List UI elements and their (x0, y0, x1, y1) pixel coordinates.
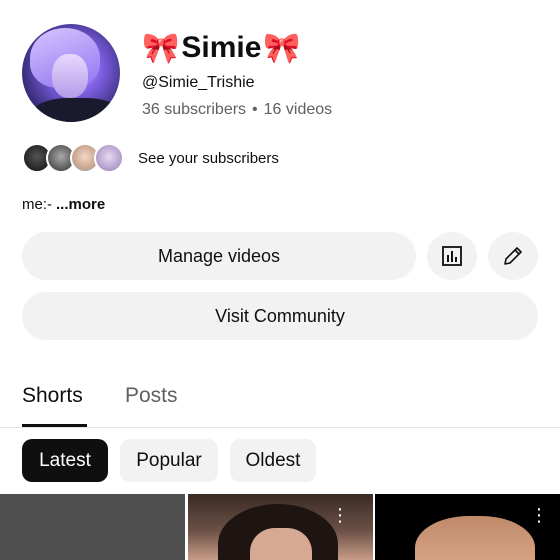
analytics-icon (442, 246, 462, 266)
avatar-face (52, 54, 88, 98)
channel-stats: 36 subscribers • 16 videos (142, 101, 332, 119)
pencil-icon (504, 247, 522, 265)
channel-tabs: Shorts Posts (0, 370, 560, 428)
subscriber-avatar (94, 143, 124, 173)
filter-oldest[interactable]: Oldest (230, 439, 316, 482)
stats-separator: • (252, 101, 258, 118)
filter-latest[interactable]: Latest (22, 439, 108, 482)
thumbnail-face (250, 528, 312, 560)
avatar-shoulder (32, 98, 120, 122)
channel-name-text: Simie (181, 31, 262, 64)
short-thumbnail[interactable] (0, 494, 185, 560)
more-options-icon[interactable]: ⋮ (331, 506, 349, 524)
description-text: me:- (22, 196, 52, 213)
tab-shorts[interactable]: Shorts (22, 384, 83, 408)
visit-community-button[interactable]: Visit Community (22, 292, 538, 340)
see-subscribers-label: See your subscribers (138, 149, 279, 167)
tab-posts[interactable]: Posts (125, 384, 178, 408)
analytics-button[interactable] (427, 232, 477, 280)
manage-videos-button[interactable]: Manage videos (22, 232, 416, 280)
active-tab-indicator (22, 424, 87, 427)
short-thumbnail[interactable]: ⋮ (375, 494, 560, 560)
edit-channel-button[interactable] (488, 232, 538, 280)
subscriber-count: 36 subscribers (142, 101, 247, 118)
channel-name: 🎀 Simie 🎀 (142, 28, 301, 68)
filter-popular[interactable]: Popular (120, 439, 218, 482)
more-link[interactable]: ...more (56, 196, 105, 213)
channel-handle: @Simie_Trishie (142, 74, 255, 91)
channel-description[interactable]: me:- ...more (22, 196, 105, 213)
see-subscribers-row[interactable]: See your subscribers (22, 141, 279, 175)
channel-avatar[interactable] (22, 24, 120, 122)
bow-icon-left: 🎀 (142, 30, 180, 66)
thumbnail-face (415, 516, 535, 560)
bow-icon-right: 🎀 (263, 30, 301, 66)
more-options-icon[interactable]: ⋮ (530, 506, 548, 524)
video-count: 16 videos (263, 101, 333, 118)
short-thumbnail[interactable]: ⋮ (188, 494, 373, 560)
